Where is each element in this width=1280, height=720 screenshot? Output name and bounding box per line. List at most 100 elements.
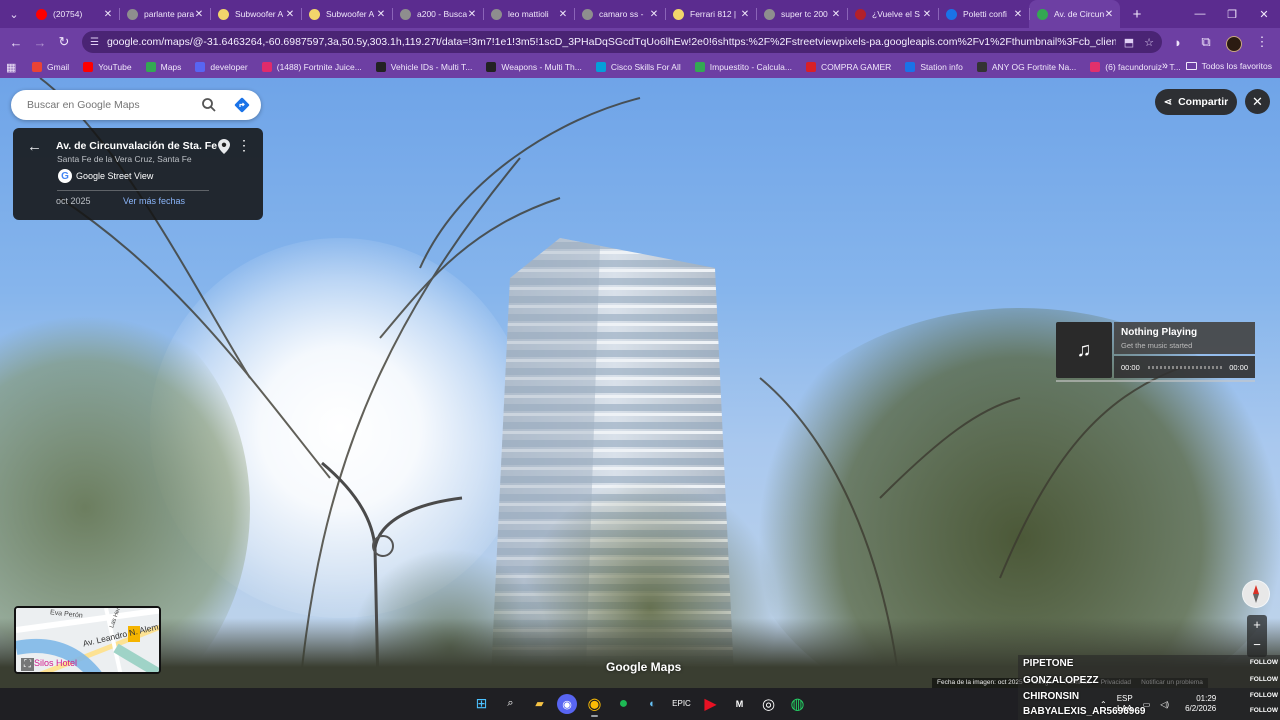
bookmark-item[interactable]: (1488) Fortnite Juice... — [261, 62, 362, 72]
obs-icon[interactable]: ◎ — [757, 692, 780, 715]
discord-icon[interactable]: ◉ — [557, 694, 577, 714]
whatsapp-icon[interactable]: ◍ — [786, 692, 809, 715]
bookmarks-overflow-icon[interactable]: » — [1162, 60, 1168, 72]
bookmark-item[interactable]: developer — [195, 62, 248, 72]
windows-start-icon[interactable]: ⊞ — [470, 692, 493, 715]
bookmark-item[interactable]: Vehicle IDs - Multi T... — [375, 62, 472, 72]
browser-tab[interactable]: super tc 200 ✕ — [756, 0, 847, 28]
tab-close-icon[interactable]: ✕ — [740, 9, 750, 20]
browser-tab[interactable]: parlante para ✕ — [119, 0, 210, 28]
chrome-icon[interactable]: ◉ — [583, 692, 606, 717]
tab-close-icon[interactable]: ✕ — [558, 9, 568, 20]
browser-tab[interactable]: a200 - Buscar ✕ — [392, 0, 483, 28]
steam-icon[interactable]: ◐ — [641, 692, 664, 715]
tab-favicon-icon — [400, 8, 411, 20]
tab-close-icon[interactable]: ✕ — [831, 9, 841, 20]
spotify-icon[interactable]: ● — [612, 692, 635, 715]
bookmark-item[interactable]: Impuestito - Calcula... — [694, 62, 792, 72]
browser-tab[interactable]: Av. de Circun ✕ — [1029, 0, 1120, 28]
directions-icon[interactable] — [234, 97, 250, 113]
bookmark-item[interactable]: Maps — [145, 62, 181, 72]
browser-tab[interactable]: (20754) ✕ — [28, 0, 119, 28]
back-icon[interactable]: ← — [4, 30, 28, 54]
tab-favicon-icon — [309, 8, 320, 20]
bookmark-item[interactable]: YouTube — [83, 62, 132, 72]
browser-tab[interactable]: leo mattioli ✕ — [483, 0, 574, 28]
browser-tab[interactable]: camaro ss - ✕ — [574, 0, 665, 28]
maps-search-box[interactable] — [11, 90, 261, 120]
poi-label[interactable]: Silos Hotel — [34, 658, 77, 668]
tab-close-icon[interactable]: ✕ — [1013, 9, 1023, 20]
chat-username: CHIRONSIN — [1023, 691, 1080, 702]
epic-games-icon[interactable]: EPIC — [670, 692, 693, 715]
apps-grid-icon[interactable]: ▦ — [6, 61, 22, 74]
tab-search-icon[interactable]: ⌄ — [0, 0, 28, 28]
bookmark-item[interactable]: COMPRA GAMER — [805, 62, 891, 72]
network-icon[interactable]: ▭ — [1143, 700, 1151, 709]
new-tab-button[interactable]: + — [1126, 0, 1148, 28]
profile-avatar[interactable] — [1222, 30, 1246, 54]
close-window-icon[interactable]: ✕ — [1248, 0, 1280, 28]
media-player-icon[interactable]: ▶ — [699, 692, 722, 715]
mb-app-icon[interactable]: M — [728, 692, 751, 715]
all-bookmarks[interactable]: Todos los favoritos — [1185, 61, 1272, 71]
browser-tab[interactable]: Ferrari 812 | ✕ — [665, 0, 756, 28]
minimap[interactable]: Eva Perón Av. Leandro N. Alem Las Heras … — [14, 606, 161, 674]
expand-map-icon[interactable]: ⛶ — [21, 658, 34, 671]
volume-icon[interactable]: ◁) — [1160, 700, 1169, 709]
tab-close-icon[interactable]: ✕ — [922, 9, 932, 20]
search-icon[interactable] — [201, 97, 217, 113]
tab-close-icon[interactable]: ✕ — [103, 9, 113, 20]
more-options-icon[interactable]: ⋮ — [237, 138, 251, 152]
tab-close-icon[interactable]: ✕ — [1104, 9, 1114, 20]
extensions-puzzle-icon[interactable]: ⧉ — [1194, 30, 1218, 54]
tray-overflow-icon[interactable]: ⌃ — [1100, 700, 1107, 709]
clock[interactable]: 01:29 6/2/2026 — [1185, 694, 1216, 714]
bookmark-favicon-icon — [905, 62, 916, 72]
reload-icon[interactable]: ↻ — [52, 30, 76, 54]
restore-icon[interactable]: ❐ — [1216, 0, 1248, 28]
bookmark-item[interactable]: ANY OG Fortnite Na... — [976, 62, 1076, 72]
tab-close-icon[interactable]: ✕ — [194, 9, 204, 20]
more-dates-link[interactable]: Ver más fechas — [123, 196, 185, 206]
time-current: 00:00 — [1121, 363, 1140, 372]
browser-tab[interactable]: ¿Vuelve el S ✕ — [847, 0, 938, 28]
address-bar[interactable]: ☰ google.com/maps/@-31.6463264,-60.69875… — [82, 31, 1162, 53]
zoom-out-icon[interactable]: − — [1247, 635, 1267, 655]
site-info-icon[interactable]: ☰ — [90, 37, 99, 48]
install-icon[interactable]: ⬒ — [1124, 36, 1134, 49]
tab-title: super tc 200 — [781, 9, 828, 19]
google-logo-icon: G — [58, 169, 72, 183]
menu-icon[interactable]: ⋮ — [1250, 30, 1274, 54]
share-button[interactable]: ⋖ Compartir — [1155, 89, 1237, 115]
maps-search-input[interactable] — [27, 99, 197, 111]
address-url[interactable]: google.com/maps/@-31.6463264,-60.6987597… — [107, 36, 1116, 48]
browser-tab[interactable]: Subwoofer A ✕ — [210, 0, 301, 28]
close-street-view-button[interactable]: ✕ — [1245, 89, 1270, 114]
location-pin-icon[interactable] — [218, 139, 230, 154]
tab-close-icon[interactable]: ✕ — [467, 9, 477, 20]
minimize-icon[interactable]: — — [1184, 0, 1216, 28]
tab-close-icon[interactable]: ✕ — [649, 9, 659, 20]
bookmark-item[interactable]: Station info — [905, 62, 963, 72]
tab-favicon-icon — [582, 8, 593, 20]
compass-icon[interactable] — [1242, 580, 1270, 608]
bookmark-item[interactable]: Cisco Skills For All — [595, 62, 681, 72]
bookmark-item[interactable]: Weapons - Multi Th... — [486, 62, 582, 72]
browser-tab[interactable]: Poletti confi ✕ — [938, 0, 1029, 28]
tab-close-icon[interactable]: ✕ — [285, 9, 295, 20]
back-arrow-icon[interactable]: ← — [27, 138, 42, 155]
bookmark-item[interactable]: Gmail — [32, 62, 69, 72]
browser-tab[interactable]: Subwoofer A ✕ — [301, 0, 392, 28]
tab-close-icon[interactable]: ✕ — [376, 9, 386, 20]
player-timeline: 00:00 00:00 — [1114, 356, 1255, 378]
search-icon[interactable]: ⌕ — [499, 692, 522, 715]
bookmark-star-icon[interactable]: ☆ — [1144, 36, 1154, 49]
tab-favicon-icon — [946, 8, 957, 20]
file-explorer-icon[interactable]: ▰ — [528, 692, 551, 715]
extension-icon[interactable]: ◗ — [1166, 30, 1190, 54]
player-subtitle: Get the music started — [1121, 341, 1193, 350]
forward-icon[interactable]: → — [28, 30, 52, 54]
zoom-in-icon[interactable]: + — [1247, 615, 1267, 635]
language-indicator[interactable]: ESP LAA — [1117, 694, 1133, 714]
